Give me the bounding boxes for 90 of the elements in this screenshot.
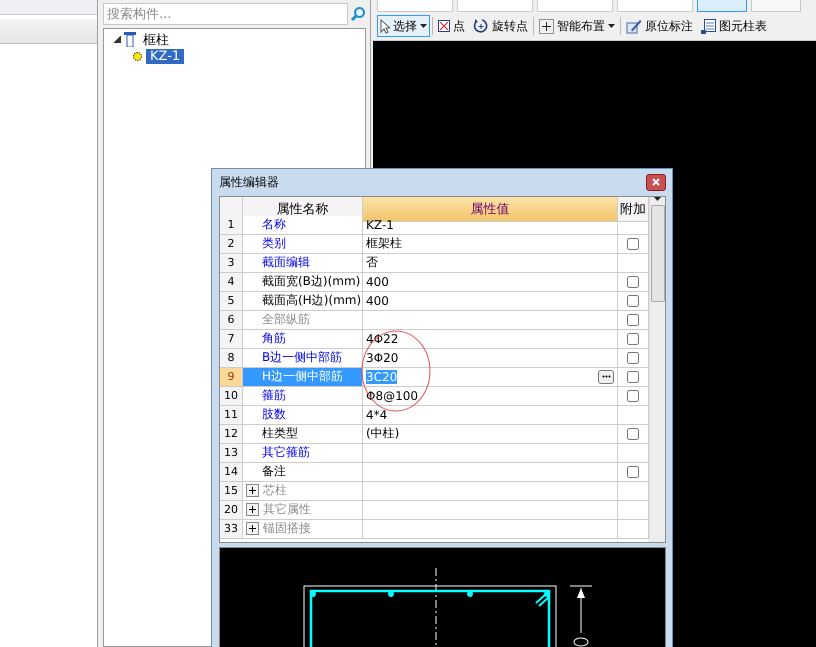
row-number: 7 <box>220 330 243 348</box>
checkbox[interactable] <box>627 332 639 344</box>
value-text: 框架柱 <box>366 235 402 252</box>
toolbar-button[interactable]: 选择 <box>377 15 430 37</box>
row-number: 13 <box>220 444 243 462</box>
row-number: 6 <box>220 310 243 330</box>
value-text: (中柱) <box>366 425 400 442</box>
property-value[interactable]: (中柱) <box>363 424 618 444</box>
plus-icon[interactable] <box>246 484 259 497</box>
checkbox[interactable] <box>627 294 639 306</box>
checkbox[interactable] <box>627 466 639 478</box>
value-text: 3C20 <box>366 370 398 384</box>
checkbox[interactable] <box>627 352 639 364</box>
checkbox[interactable] <box>627 238 639 250</box>
toolbar-button[interactable]: 原位标注 <box>623 15 696 37</box>
property-name[interactable]: 其它属性 <box>243 500 363 520</box>
column-header: 附加 <box>618 196 649 222</box>
ellipsis-button[interactable] <box>598 370 614 384</box>
row-number: 33 <box>220 520 243 538</box>
close-button[interactable] <box>646 174 666 191</box>
search-icon[interactable] <box>350 6 366 22</box>
row-number: 2 <box>220 234 243 254</box>
checkbox[interactable] <box>627 370 639 382</box>
property-name[interactable]: 截面高(H边)(mm) <box>243 292 363 310</box>
row-number: 10 <box>220 386 243 406</box>
row-number: 14 <box>220 462 243 482</box>
property-name[interactable]: 柱类型 <box>243 424 363 444</box>
property-name[interactable]: 其它箍筋 <box>243 444 363 462</box>
row-number: 4 <box>220 272 243 292</box>
row-number: 9 <box>220 368 243 386</box>
property-value[interactable]: 400 <box>363 292 618 310</box>
property-name[interactable]: 类别 <box>243 234 363 254</box>
property-name[interactable]: 箍筋 <box>243 386 363 406</box>
property-name[interactable]: B边一侧中部筋 <box>243 348 363 368</box>
row-number: 12 <box>220 424 243 444</box>
row-number: 20 <box>220 500 243 520</box>
toolbar-button[interactable]: 点 <box>435 15 468 37</box>
property-value[interactable]: 否 <box>363 254 618 272</box>
plus-icon[interactable] <box>246 522 259 535</box>
column-icon <box>124 32 136 47</box>
group-label: 锚固搭接 <box>263 520 311 537</box>
row-number: 11 <box>220 406 243 424</box>
group-label: 其它属性 <box>263 501 311 518</box>
property-name[interactable]: 备注 <box>243 462 363 482</box>
column-header: 属性值 <box>363 196 618 222</box>
property-name[interactable]: 截面编辑 <box>243 254 363 272</box>
plus-icon[interactable] <box>246 503 259 516</box>
property-name[interactable]: 锚固搭接 <box>243 520 363 538</box>
property-value[interactable]: 框架柱 <box>363 234 618 254</box>
crossed-square-icon <box>438 20 450 32</box>
rotate-icon <box>473 18 489 34</box>
toolbar-button[interactable]: 旋转点 <box>470 15 531 37</box>
scrollbar[interactable] <box>649 196 665 542</box>
close-icon <box>652 178 660 186</box>
value-text: 4*4 <box>366 408 388 422</box>
caret-icon <box>654 196 661 200</box>
row-number: 8 <box>220 348 243 368</box>
checkbox[interactable] <box>627 428 639 440</box>
property-value[interactable]: 3Φ20 <box>363 348 618 368</box>
value-text: 3Φ20 <box>366 350 398 364</box>
tree-item[interactable]: KZ-1 <box>146 49 184 64</box>
dotted-grid-icon <box>539 18 554 34</box>
property-name[interactable]: 截面宽(B边)(mm) <box>243 272 363 292</box>
table-icon <box>701 18 716 34</box>
cursor-icon <box>380 18 390 34</box>
toolbar-button[interactable]: 图元柱表 <box>698 15 770 37</box>
value-text: 400 <box>366 294 389 308</box>
row-number: 5 <box>220 292 243 310</box>
checkbox[interactable] <box>627 276 639 288</box>
expander-icon[interactable] <box>114 36 121 43</box>
property-name[interactable]: 肢数 <box>243 406 363 424</box>
tree-item[interactable]: 框柱 <box>139 30 173 48</box>
property-value[interactable]: 400 <box>363 272 618 292</box>
property-value[interactable]: KZ-1 <box>363 216 618 234</box>
row-number: 3 <box>220 254 243 272</box>
scrollbar-thumb[interactable] <box>650 204 664 302</box>
pen-icon <box>626 18 642 34</box>
toolbar-button[interactable]: 智能布置 <box>536 15 618 37</box>
value-text: 400 <box>366 274 389 288</box>
property-name[interactable]: 全部纵筋 <box>243 310 363 330</box>
search-field[interactable]: 搜索构件... <box>103 3 348 25</box>
checkbox[interactable] <box>627 390 639 402</box>
dialog-title: 属性编辑器 <box>219 174 279 191</box>
checkbox[interactable] <box>627 314 639 326</box>
group-label: 芯柱 <box>263 482 287 499</box>
property-name[interactable]: 芯柱 <box>243 482 363 500</box>
value-text: 否 <box>366 254 378 271</box>
row-number: 15 <box>220 482 243 500</box>
property-name[interactable]: 角筋 <box>243 330 363 348</box>
dots-icon <box>602 375 610 378</box>
